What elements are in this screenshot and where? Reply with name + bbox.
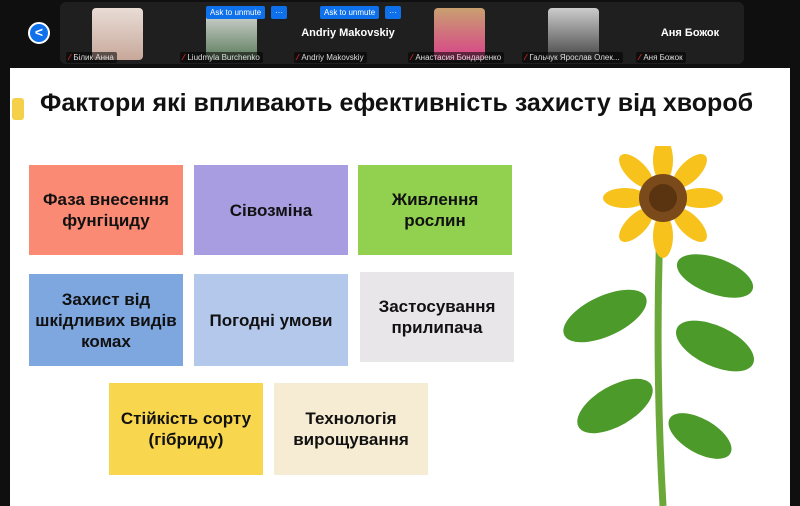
sunflower-illustration	[563, 146, 754, 506]
ask-to-unmute-button[interactable]: Ask to unmute	[320, 6, 380, 19]
factor-box: Погодні умови	[194, 274, 348, 366]
participant-label: ⁄ Гальчук Ярослав Олек...	[522, 52, 623, 63]
more-options-button[interactable]: ···	[385, 6, 401, 19]
factor-box: Живлення рослин	[358, 165, 512, 255]
muted-mic-icon: ⁄	[525, 53, 527, 62]
participant-label: ⁄ Andriy Makovskiy	[294, 52, 367, 63]
muted-mic-icon: ⁄	[639, 53, 641, 62]
participant-tile[interactable]: Аня Божок ⁄ Аня Божок	[633, 2, 747, 64]
factor-box: Сівозміна	[194, 165, 348, 255]
participant-name: Liudmyla Burchenko	[187, 53, 260, 62]
muted-mic-icon: ⁄	[183, 53, 185, 62]
shared-slide: Фактори які впливають ефективність захис…	[10, 68, 790, 506]
participant-display-name: Andriy Makovskiy	[301, 27, 395, 39]
participant-name: Білик Анна	[73, 53, 114, 62]
factor-box: Стійкість сорту (гібриду)	[109, 383, 263, 475]
title-accent	[12, 98, 24, 120]
muted-mic-icon: ⁄	[69, 53, 71, 62]
participant-label: ⁄ Аня Божок	[636, 52, 686, 63]
slide-title: Фактори які впливають ефективність захис…	[40, 89, 754, 117]
participant-display-name: Аня Божок	[660, 27, 720, 39]
factor-box: Захист від шкідливих видів комах	[29, 274, 183, 366]
back-button[interactable]: <	[28, 22, 50, 44]
participant-label: ⁄ Liudmyla Burchenko	[180, 52, 263, 63]
participant-name: Анастасия Бондаренко	[415, 53, 502, 62]
participant-name: Гальчук Ярослав Олек...	[529, 53, 620, 62]
participant-name: Аня Божок	[643, 53, 683, 62]
participant-strip: ⁄ Білик Анна Ask to unmute ⁄ Liudmyla Burc…	[60, 2, 744, 64]
more-options-button[interactable]: ···	[271, 6, 287, 19]
participant-tile[interactable]: ⁄ Білик Анна	[63, 2, 177, 64]
ask-to-unmute-button[interactable]: Ask to unmute	[206, 6, 266, 19]
participant-tile[interactable]: ⁄ Гальчук Ярослав Олек...	[519, 2, 633, 64]
factor-box: Фаза внесення фунгіциду	[29, 165, 183, 255]
muted-mic-icon: ⁄	[411, 53, 413, 62]
factor-box: Технологія вирощування	[274, 383, 428, 475]
factor-box: Застосування прилипача	[360, 272, 514, 362]
participant-name: Andriy Makovskiy	[301, 53, 364, 62]
participant-label: ⁄ Білик Анна	[66, 52, 117, 63]
participant-label: ⁄ Анастасия Бондаренко	[408, 52, 505, 63]
muted-mic-icon: ⁄	[297, 53, 299, 62]
participant-tile[interactable]: ⁄ Анастасия Бондаренко	[405, 2, 519, 64]
